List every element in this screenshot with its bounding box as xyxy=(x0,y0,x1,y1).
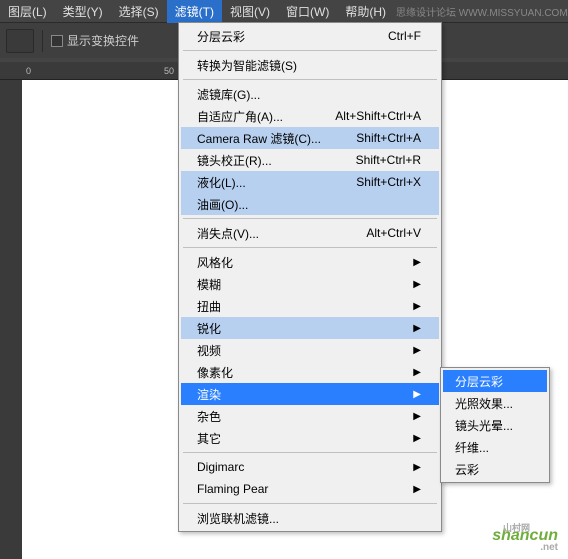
menu-item-label: 风格化 xyxy=(197,254,233,271)
menu-item[interactable]: 转换为智能滤镜(S) xyxy=(181,54,439,76)
menu-item-label: 其它 xyxy=(197,430,221,447)
menu-filter[interactable]: 滤镜(T) xyxy=(167,0,222,23)
menu-item-label: 杂色 xyxy=(197,408,221,425)
submenu-arrow-icon: ▶ xyxy=(413,389,421,400)
submenu-arrow-icon: ▶ xyxy=(413,345,421,356)
menu-item-label: 渲染 xyxy=(197,386,221,403)
ruler-tick-label: 0 xyxy=(26,66,31,76)
menu-help[interactable]: 帮助(H) xyxy=(337,0,394,23)
menu-item-label: 模糊 xyxy=(197,276,221,293)
checkbox-label: 显示变换控件 xyxy=(67,32,139,49)
menu-item[interactable]: 锐化 ▶ xyxy=(181,317,439,339)
menubar: 图层(L) 类型(Y) 选择(S) 滤镜(T) 视图(V) 窗口(W) 帮助(H… xyxy=(0,0,568,22)
menu-item-label: 镜头校正(R)... xyxy=(197,152,272,169)
menu-item-label: Camera Raw 滤镜(C)... xyxy=(197,130,321,147)
menu-shortcut: Shift+Ctrl+A xyxy=(356,131,421,145)
menu-shortcut: Shift+Ctrl+R xyxy=(356,153,421,167)
menu-separator xyxy=(183,452,437,453)
menu-shortcut: Alt+Ctrl+V xyxy=(366,226,421,240)
submenu-arrow-icon: ▶ xyxy=(413,257,421,268)
menu-select[interactable]: 选择(S) xyxy=(111,0,167,23)
checkbox-icon xyxy=(51,35,63,47)
submenu-arrow-icon: ▶ xyxy=(413,484,421,495)
menu-layer[interactable]: 图层(L) xyxy=(0,0,55,23)
menu-item[interactable]: 杂色 ▶ xyxy=(181,405,439,427)
menu-item-label: 自适应广角(A)... xyxy=(197,108,283,125)
menu-item[interactable]: Digimarc ▶ xyxy=(181,456,439,478)
menubar-tail-text: 思缘设计论坛 WWW.MISSYUAN.COM xyxy=(394,4,568,19)
menu-item-label: 锐化 xyxy=(197,320,221,337)
menu-item-label: Flaming Pear xyxy=(197,482,268,496)
submenu-arrow-icon: ▶ xyxy=(413,279,421,290)
divider xyxy=(42,30,43,52)
menu-item[interactable]: 视频 ▶ xyxy=(181,339,439,361)
menu-shortcut: Ctrl+F xyxy=(388,29,421,43)
submenu-arrow-icon: ▶ xyxy=(413,301,421,312)
menu-item-label: 视频 xyxy=(197,342,221,359)
menu-item[interactable]: 滤镜库(G)... xyxy=(181,83,439,105)
filter-menu-dropdown: 分层云彩 Ctrl+F 转换为智能滤镜(S) 滤镜库(G)... 自适应广角(A)...… xyxy=(178,22,442,532)
submenu-item[interactable]: 纤维... xyxy=(443,436,547,458)
menu-separator xyxy=(183,50,437,51)
submenu-item[interactable]: 镜头光晕... xyxy=(443,414,547,436)
menu-separator xyxy=(183,218,437,219)
watermark: 山村网 shancun .net xyxy=(492,527,558,553)
menu-separator xyxy=(183,247,437,248)
menu-item[interactable]: 分层云彩 Ctrl+F xyxy=(181,25,439,47)
menu-item-label: 扭曲 xyxy=(197,298,221,315)
menu-item[interactable]: 扭曲 ▶ xyxy=(181,295,439,317)
tool-button[interactable] xyxy=(6,29,34,53)
menu-separator xyxy=(183,503,437,504)
submenu-arrow-icon: ▶ xyxy=(413,433,421,444)
submenu-arrow-icon: ▶ xyxy=(413,367,421,378)
menu-separator xyxy=(183,79,437,80)
menu-item-label: 滤镜库(G)... xyxy=(197,86,260,103)
menu-item[interactable]: 液化(L)... Shift+Ctrl+X xyxy=(181,171,439,193)
menu-item[interactable]: 其它 ▶ xyxy=(181,427,439,449)
menu-item-label: 液化(L)... xyxy=(197,174,246,191)
submenu-item[interactable]: 云彩 xyxy=(443,458,547,480)
menu-item[interactable]: Camera Raw 滤镜(C)... Shift+Ctrl+A xyxy=(181,127,439,149)
ruler-vertical xyxy=(0,80,22,559)
menu-item[interactable]: 消失点(V)... Alt+Ctrl+V xyxy=(181,222,439,244)
show-transform-controls[interactable]: 显示变换控件 xyxy=(51,32,139,49)
menu-item-label: 浏览联机滤镜... xyxy=(197,510,279,527)
menu-item[interactable]: 镜头校正(R)... Shift+Ctrl+R xyxy=(181,149,439,171)
menu-item-label: 分层云彩 xyxy=(197,28,245,45)
menu-item[interactable]: 油画(O)... xyxy=(181,193,439,215)
menu-item-label: 像素化 xyxy=(197,364,233,381)
menu-type[interactable]: 类型(Y) xyxy=(55,0,111,23)
menu-item[interactable]: 渲染 ▶ xyxy=(181,383,439,405)
menu-window[interactable]: 窗口(W) xyxy=(278,0,337,23)
menu-item[interactable]: 浏览联机滤镜... xyxy=(181,507,439,529)
menu-view[interactable]: 视图(V) xyxy=(222,0,278,23)
submenu-item[interactable]: 分层云彩 xyxy=(443,370,547,392)
submenu-item[interactable]: 光照效果... xyxy=(443,392,547,414)
menu-item[interactable]: Flaming Pear ▶ xyxy=(181,478,439,500)
menu-item[interactable]: 风格化 ▶ xyxy=(181,251,439,273)
watermark-cn: 山村网 xyxy=(503,521,530,534)
menu-item-label: 转换为智能滤镜(S) xyxy=(197,57,297,74)
menu-item[interactable]: 像素化 ▶ xyxy=(181,361,439,383)
render-submenu: 分层云彩光照效果...镜头光晕...纤维...云彩 xyxy=(440,367,550,483)
menu-item[interactable]: 自适应广角(A)... Alt+Shift+Ctrl+A xyxy=(181,105,439,127)
menu-item-label: 消失点(V)... xyxy=(197,225,259,242)
menu-shortcut: Shift+Ctrl+X xyxy=(356,175,421,189)
menu-item[interactable]: 模糊 ▶ xyxy=(181,273,439,295)
submenu-arrow-icon: ▶ xyxy=(413,462,421,473)
submenu-arrow-icon: ▶ xyxy=(413,323,421,334)
menu-item-label: Digimarc xyxy=(197,460,244,474)
menu-item-label: 油画(O)... xyxy=(197,196,248,213)
submenu-arrow-icon: ▶ xyxy=(413,411,421,422)
ruler-tick-label: 50 xyxy=(164,66,174,76)
menu-shortcut: Alt+Shift+Ctrl+A xyxy=(335,109,421,123)
